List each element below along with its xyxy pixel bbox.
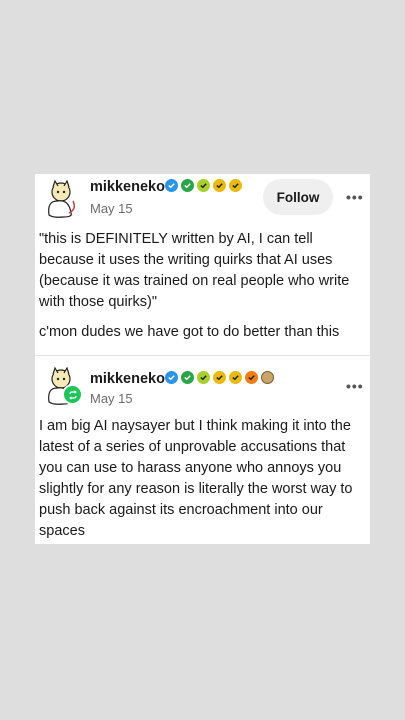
badge-row (165, 179, 242, 192)
post-date: May 15 (90, 201, 133, 216)
reblog-icon (62, 384, 83, 405)
post-body: I am big AI naysayer but I think making … (39, 418, 353, 539)
original-post: mikkeneko May 15 Follow ••• "this is DEF… (35, 174, 370, 356)
avatar[interactable] (43, 179, 79, 219)
post-paragraph: c'mon dudes we have got to do better tha… (39, 324, 340, 340)
post-card: mikkeneko May 15 Follow ••• "this is DEF… (35, 174, 370, 544)
yellow-badge-icon (213, 371, 226, 384)
username[interactable]: mikkeneko (90, 371, 165, 387)
follow-button[interactable]: Follow (263, 179, 333, 215)
more-options-icon[interactable]: ••• (346, 189, 364, 205)
cookie-badge-icon (261, 371, 274, 384)
yellow-badge-icon (229, 179, 242, 192)
verified-blue-badge-icon (165, 371, 178, 384)
green-badge-icon (181, 179, 194, 192)
yellow-badge-icon (229, 371, 242, 384)
green-badge-icon (181, 371, 194, 384)
more-options-icon[interactable]: ••• (346, 378, 364, 394)
yellow-badge-icon (213, 179, 226, 192)
post-date: May 15 (90, 391, 133, 406)
verified-blue-badge-icon (165, 179, 178, 192)
orange-badge-icon (245, 371, 258, 384)
lime-badge-icon (197, 371, 210, 384)
badge-row (165, 371, 274, 384)
lime-badge-icon (197, 179, 210, 192)
username[interactable]: mikkeneko (90, 179, 165, 195)
reblog-post: mikkeneko May 15 ••• I am big AI naysaye… (35, 356, 370, 544)
post-paragraph: "this is DEFINITELY written by AI, I can… (39, 231, 350, 310)
